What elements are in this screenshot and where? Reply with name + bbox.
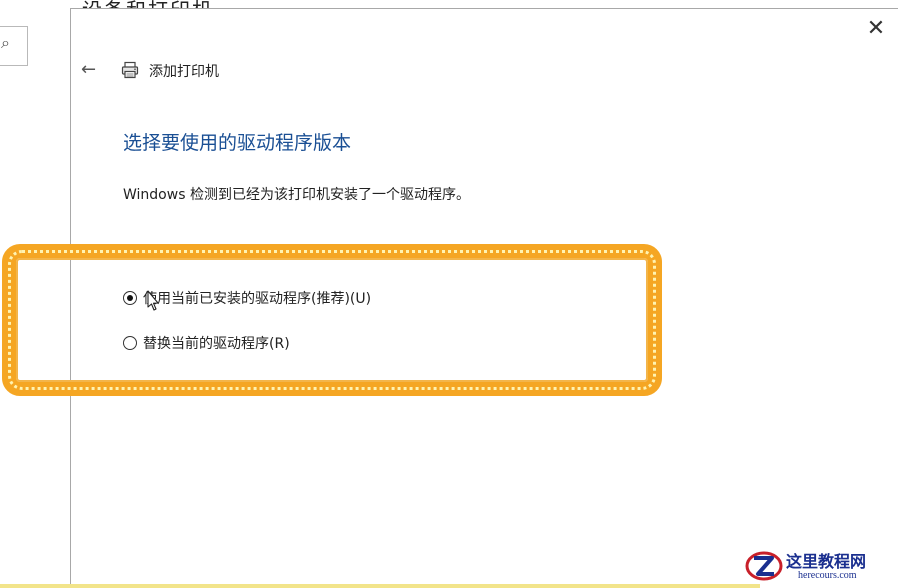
mouse-cursor-icon	[147, 290, 159, 311]
screen: 设备和打印机 ⌕ ✕ ← 添加打印机 选择要使用的驱动程序版本 Windows …	[0, 0, 898, 588]
back-arrow-icon[interactable]: ←	[81, 59, 96, 80]
watermark-name: 这里教程网	[786, 552, 867, 571]
page-heading: 选择要使用的驱动程序版本	[123, 132, 352, 154]
watermark: 这里教程网 herecours.com	[744, 546, 894, 586]
background-window-title: 设备和打印机	[82, 0, 214, 8]
search-icon[interactable]: ⌕	[1, 35, 10, 51]
close-icon[interactable]: ✕	[867, 16, 885, 41]
printer-icon	[121, 61, 139, 79]
watermark-url: herecours.com	[798, 570, 857, 581]
background-search-box[interactable]: ⌕	[0, 26, 28, 66]
description-text: Windows 检测到已经为该打印机安装了一个驱动程序。	[123, 187, 470, 203]
back-button[interactable]: ←	[81, 59, 103, 81]
watermark-logo-icon	[745, 551, 783, 581]
highlight-dots	[8, 250, 656, 390]
wizard-title: 添加打印机	[149, 64, 219, 80]
bottom-band	[0, 584, 760, 588]
close-button[interactable]: ✕	[862, 15, 890, 43]
